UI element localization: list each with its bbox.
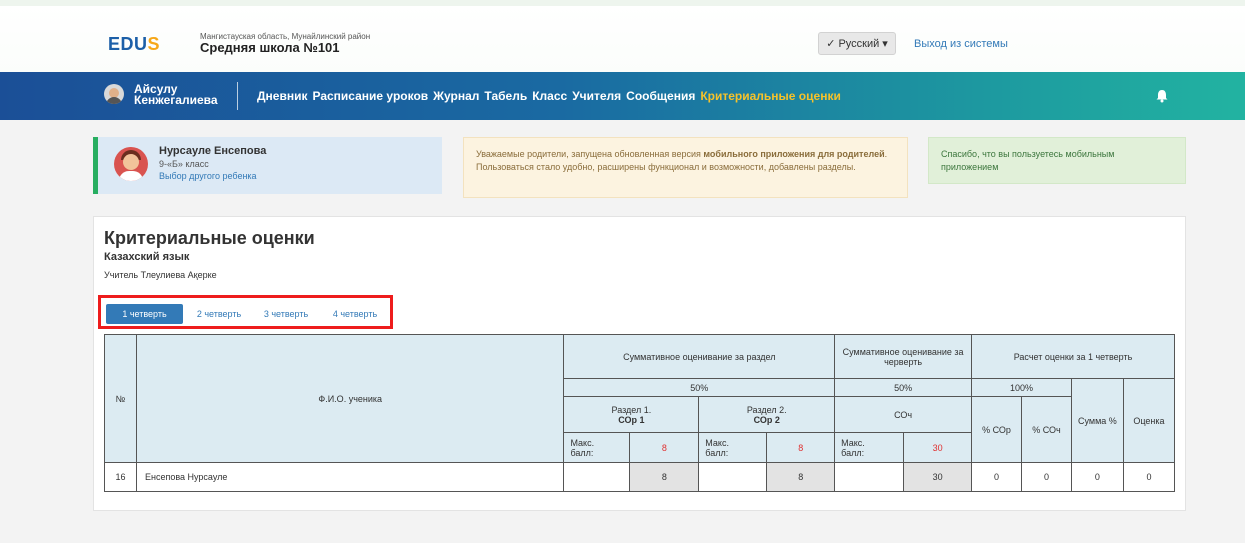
- tab-quarter-4[interactable]: 4 четверть: [325, 304, 385, 324]
- grades-table: № Ф.И.О. ученика Суммативное оценивание …: [104, 334, 1176, 492]
- nav-item-teachers[interactable]: Учителя: [572, 89, 621, 103]
- teacher-name: Учитель Тлеулиева Ақерке: [104, 270, 217, 280]
- pct-soch-value: 0: [1021, 462, 1072, 492]
- soch-group-header: Суммативное оценивание за черверть: [834, 334, 973, 379]
- caret-down-icon: ▾: [882, 38, 888, 50]
- student-panel: Нурсауле Енсепова 9-«Б» класс Выбор друг…: [93, 137, 442, 194]
- user-name[interactable]: Айсулу Кенжегалиева: [134, 83, 218, 106]
- notifications-bell-icon[interactable]: [1155, 89, 1169, 103]
- max-score-label: Макс. балл:: [563, 432, 631, 463]
- table-row: 16 Енсепова Нурсауле 8 8 30 0 0 0 0: [104, 462, 1176, 492]
- nav-item-criterial-grades[interactable]: Критериальные оценки: [700, 89, 840, 103]
- nav-links: Дневник Расписание уроков Журнал Табель …: [257, 89, 841, 103]
- sum-pct-header: Сумма %: [1070, 378, 1124, 463]
- sum-pct-value: 0: [1070, 462, 1124, 492]
- student-full-name: Енсепова Нурсауле: [135, 462, 565, 492]
- tab-quarter-2[interactable]: 2 четверть: [189, 304, 249, 324]
- soch-max: 30: [903, 462, 973, 492]
- max-score-label: Макс. балл:: [834, 432, 905, 463]
- student-avatar: [114, 147, 148, 181]
- section-1-header: Раздел 1. СОр 1: [563, 396, 700, 433]
- subject-name: Казахский язык: [104, 251, 190, 263]
- sor2-score: [698, 462, 768, 492]
- grades-card: Критериальные оценки Казахский язык Учит…: [93, 216, 1186, 511]
- nav-item-journal[interactable]: Журнал: [433, 89, 479, 103]
- top-header: EDUS Мангистауская область, Мунайлинский…: [0, 0, 1245, 72]
- logout-link[interactable]: Выход из системы: [914, 38, 1008, 50]
- pct-soch-header: % СОч: [1021, 396, 1072, 463]
- mobile-app-notice: Уважаемые родители, запущена обновленная…: [463, 137, 908, 198]
- language-label: ✓ Русский: [826, 38, 880, 50]
- student-name: Нурсауле Енсепова: [159, 145, 267, 157]
- quarter-tabs: 1 четверть 2 четверть 3 четверть 4 четве…: [98, 295, 393, 329]
- nav-divider: [237, 82, 238, 110]
- tab-quarter-1[interactable]: 1 четверть: [106, 304, 183, 324]
- sor1-score: [563, 462, 631, 492]
- pct-sor-header: % СОр: [971, 396, 1022, 463]
- max-score-soch: 30: [903, 432, 973, 463]
- row-number: 16: [104, 462, 137, 492]
- student-class: 9-«Б» класс: [159, 159, 209, 169]
- language-dropdown[interactable]: ✓ Русский ▾: [818, 32, 896, 55]
- calc-group-header: Расчет оценки за 1 четверть: [971, 334, 1175, 379]
- grade-header: Оценка: [1122, 378, 1176, 463]
- soch-weight: 50%: [834, 378, 973, 397]
- nav-item-messages[interactable]: Сообщения: [626, 89, 695, 103]
- nav-item-schedule[interactable]: Расписание уроков: [312, 89, 428, 103]
- max-score-sor2: 8: [766, 432, 836, 463]
- sor-weight: 50%: [563, 378, 836, 397]
- school-name: Средняя школа №101: [200, 40, 340, 55]
- user-avatar[interactable]: [104, 84, 124, 104]
- section-2-header: Раздел 2. СОр 2: [698, 396, 836, 433]
- max-score-label: Макс. балл:: [698, 432, 768, 463]
- sor-group-header: Суммативное оценивание за раздел: [563, 334, 836, 379]
- pct-sor-value: 0: [971, 462, 1022, 492]
- soch-header: СОч: [834, 396, 973, 433]
- sor1-max: 8: [629, 462, 700, 492]
- col-number-header: №: [104, 334, 137, 463]
- nav-item-class[interactable]: Класс: [532, 89, 567, 103]
- page-title: Критериальные оценки: [104, 228, 315, 248]
- col-name-header: Ф.И.О. ученика: [135, 334, 565, 463]
- calc-weight: 100%: [971, 378, 1072, 397]
- change-child-link[interactable]: Выбор другого ребенка: [159, 171, 257, 181]
- main-navbar: Айсулу Кенжегалиева Дневник Расписание у…: [0, 72, 1245, 120]
- max-score-sor1: 8: [629, 432, 700, 463]
- grade-value: 0: [1122, 462, 1176, 492]
- sor2-max: 8: [766, 462, 836, 492]
- thanks-notice: Спасибо, что вы пользуетесь мобильным пр…: [928, 137, 1186, 184]
- tab-quarter-3[interactable]: 3 четверть: [256, 304, 316, 324]
- nav-item-diary[interactable]: Дневник: [257, 89, 307, 103]
- soch-score: [834, 462, 905, 492]
- nav-item-report-card[interactable]: Табель: [484, 89, 527, 103]
- edus-logo[interactable]: EDUS: [108, 34, 160, 55]
